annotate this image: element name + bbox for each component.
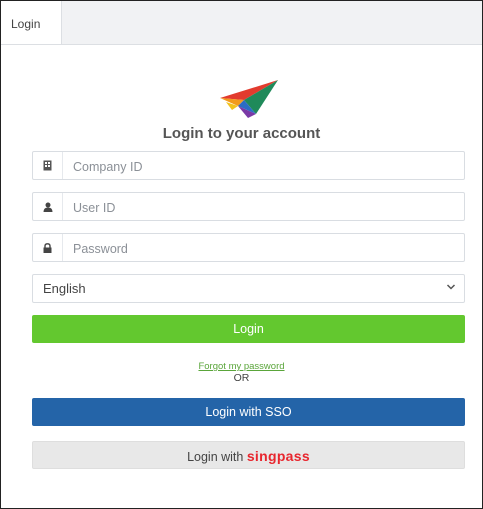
password-field[interactable] [32,233,465,262]
language-select[interactable]: English [32,274,465,303]
singpass-button-label: Login with [187,450,244,464]
password-input[interactable] [71,238,455,260]
user-id-field[interactable] [32,192,465,221]
field-divider [62,152,63,179]
login-singpass-button[interactable]: Login with singpass [32,441,465,469]
page-title: Login to your account [162,125,321,142]
company-id-field[interactable] [32,151,465,180]
language-selected-value: English [43,281,86,296]
login-sso-button[interactable]: Login with SSO [32,398,465,426]
or-separator: OR [233,372,250,384]
company-id-input[interactable] [71,156,455,178]
chevron-down-icon [446,284,456,290]
user-id-input[interactable] [71,197,455,219]
login-button[interactable]: Login [32,315,465,343]
forgot-password-link[interactable]: Forgot my password [1,361,482,372]
singpass-logo: singpass [246,448,310,464]
field-divider [62,193,63,220]
tab-login[interactable]: Login [1,1,62,44]
building-icon [33,152,62,179]
login-window: Login Login to your account Company ID U… [0,0,483,509]
lock-icon [33,234,62,261]
tab-bar: Login [1,1,482,45]
user-icon [33,193,62,220]
paper-plane-logo [220,80,278,118]
field-divider [62,234,63,261]
